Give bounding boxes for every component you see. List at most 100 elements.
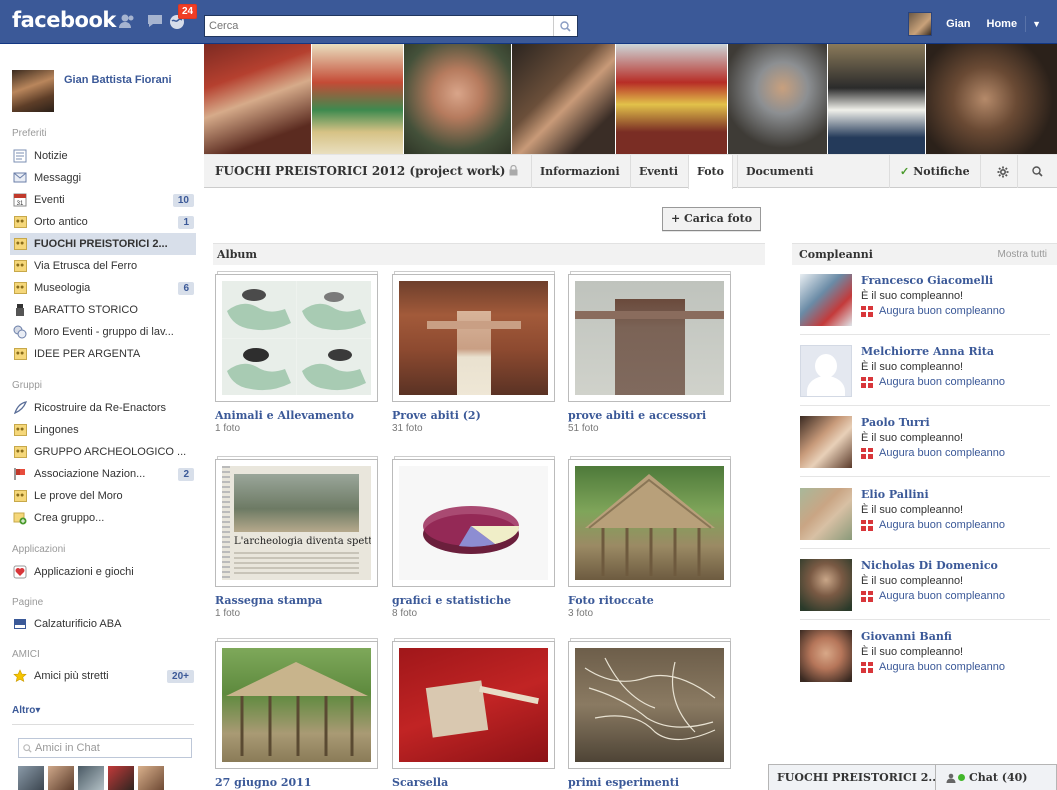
album-card[interactable]: Scarsella bbox=[392, 638, 557, 789]
friend-avatar[interactable] bbox=[800, 488, 852, 540]
search-button[interactable] bbox=[553, 16, 577, 36]
sidebar-item[interactable]: Associazione Nazion... 2 bbox=[12, 463, 194, 485]
album-card[interactable]: Animali e Allevamento 1 foto bbox=[215, 271, 380, 434]
friend-avatar[interactable] bbox=[800, 274, 852, 326]
sidebar-item[interactable]: Notizie bbox=[12, 145, 194, 167]
profile-picture[interactable] bbox=[12, 70, 54, 112]
wish-birthday-link[interactable]: Augura buon compleanno bbox=[861, 305, 1005, 317]
wish-birthday-link[interactable]: Augura buon compleanno bbox=[861, 519, 1005, 531]
album-card[interactable]: 27 giugno 2011 bbox=[215, 638, 380, 789]
profile-link[interactable]: Gian bbox=[938, 18, 978, 30]
group-chat-tab[interactable]: FUOCHI PREISTORICI 2... bbox=[768, 764, 936, 790]
sidebar-item[interactable]: ●● Orto antico 1 bbox=[12, 211, 194, 233]
sidebar-item[interactable]: 31 Eventi 10 bbox=[12, 189, 194, 211]
friend-avatar[interactable] bbox=[800, 416, 852, 468]
sidebar-item[interactable]: ●● Via Etrusca del Ferro bbox=[12, 255, 194, 277]
cover-photo[interactable] bbox=[926, 44, 1057, 154]
album-cover[interactable] bbox=[215, 271, 380, 403]
profile-name[interactable]: Gian Battista Fiorani bbox=[64, 74, 174, 112]
friend-avatar[interactable] bbox=[800, 559, 852, 611]
home-link[interactable]: Home bbox=[979, 18, 1026, 30]
chat-friend-avatar[interactable] bbox=[18, 766, 44, 790]
sidebar-item[interactable]: Calzaturificio ABA bbox=[12, 613, 194, 635]
settings-button[interactable] bbox=[988, 155, 1018, 188]
album-cover[interactable] bbox=[568, 638, 733, 770]
sidebar-item[interactable]: ●● GRUPPO ARCHEOLOGICO ... bbox=[12, 441, 194, 463]
group-title[interactable]: FUOCHI PREISTORICI 2012 (project work) bbox=[215, 164, 505, 178]
album-card[interactable]: grafici e statistiche 8 foto bbox=[392, 456, 557, 619]
friend-name[interactable]: Francesco Giacomelli bbox=[861, 274, 993, 287]
cover-photo[interactable] bbox=[828, 44, 926, 154]
album-title[interactable]: Animali e Allevamento bbox=[215, 409, 380, 422]
notifications-button[interactable]: ✓ Notifiche bbox=[889, 155, 981, 188]
album-title[interactable]: Rassegna stampa bbox=[215, 594, 380, 607]
album-cover[interactable] bbox=[568, 456, 733, 588]
cover-photo[interactable] bbox=[728, 44, 828, 154]
account-menu-arrow-icon[interactable]: ▼ bbox=[1026, 19, 1047, 29]
friend-avatar[interactable] bbox=[800, 345, 852, 397]
avatar[interactable] bbox=[908, 12, 933, 36]
cover-photo[interactable] bbox=[404, 44, 512, 154]
wish-birthday-link[interactable]: Augura buon compleanno bbox=[861, 447, 1005, 459]
album-cover[interactable] bbox=[568, 271, 733, 403]
wish-birthday-link[interactable]: Augura buon compleanno bbox=[861, 661, 1005, 673]
upload-photos-button[interactable]: + Carica foto bbox=[662, 207, 762, 231]
tab-informazioni[interactable]: Informazioni bbox=[531, 155, 628, 188]
album-cover[interactable] bbox=[215, 638, 380, 770]
cover-photo[interactable] bbox=[512, 44, 616, 154]
friend-requests-icon[interactable] bbox=[118, 12, 136, 30]
sidebar-item[interactable]: ●● Museologia 6 bbox=[12, 277, 194, 299]
friend-name[interactable]: Melchiorre Anna Rita bbox=[861, 345, 994, 358]
tab-foto[interactable]: Foto bbox=[688, 155, 733, 189]
album-card[interactable]: Prove abiti (2) 31 foto bbox=[392, 271, 557, 434]
cover-photo[interactable] bbox=[312, 44, 404, 154]
chat-friend-avatar[interactable] bbox=[78, 766, 104, 790]
sidebar-item[interactable]: ●● IDEE PER ARGENTA bbox=[12, 343, 194, 365]
sidebar-item[interactable]: Ricostruire da Re-Enactors bbox=[12, 397, 194, 419]
group-search-button[interactable] bbox=[1020, 155, 1054, 188]
sidebar-item[interactable]: Crea gruppo... bbox=[12, 507, 194, 529]
sidebar-item[interactable]: Moro Eventi - gruppo di lav... bbox=[12, 321, 194, 343]
album-title[interactable]: Foto ritoccate bbox=[568, 594, 733, 607]
messages-icon[interactable] bbox=[146, 12, 164, 30]
album-title[interactable]: prove abiti e accessori bbox=[568, 409, 733, 422]
wish-birthday-link[interactable]: Augura buon compleanno bbox=[861, 590, 1005, 602]
album-card[interactable]: primi esperimenti bbox=[568, 638, 733, 789]
notification-badge[interactable]: 24 bbox=[178, 4, 198, 19]
chat-friend-avatar[interactable] bbox=[138, 766, 164, 790]
album-cover[interactable]: L'archeologia diventa spettac bbox=[215, 456, 380, 588]
album-cover[interactable] bbox=[392, 456, 557, 588]
album-title[interactable]: 27 giugno 2011 bbox=[215, 776, 380, 789]
cover-photo[interactable] bbox=[616, 44, 728, 154]
friend-name[interactable]: Giovanni Banfi bbox=[861, 630, 952, 643]
tab-documenti[interactable]: Documenti bbox=[737, 155, 821, 188]
album-cover[interactable] bbox=[392, 638, 557, 770]
sidebar-item[interactable]: Messaggi bbox=[12, 167, 194, 189]
chat-friend-avatar[interactable] bbox=[48, 766, 74, 790]
facebook-logo[interactable]: facebook bbox=[12, 8, 116, 32]
profile-block[interactable]: Gian Battista Fiorani bbox=[12, 70, 174, 112]
show-all-link[interactable]: Mostra tutti bbox=[998, 249, 1047, 260]
sidebar-item[interactable]: ●● Lingones bbox=[12, 419, 194, 441]
album-cover[interactable] bbox=[392, 271, 557, 403]
tab-eventi[interactable]: Eventi bbox=[630, 155, 686, 188]
album-card[interactable]: L'archeologia diventa spettac Rassegna s… bbox=[215, 456, 380, 619]
album-card[interactable]: Foto ritoccate 3 foto bbox=[568, 456, 733, 619]
cover-photo[interactable] bbox=[204, 44, 312, 154]
album-title[interactable]: grafici e statistiche bbox=[392, 594, 557, 607]
chat-tab[interactable]: Chat (40) bbox=[936, 764, 1057, 790]
sidebar-item[interactable]: ●● Le prove del Moro bbox=[12, 485, 194, 507]
chat-friend-avatar[interactable] bbox=[108, 766, 134, 790]
search-input[interactable] bbox=[205, 16, 545, 36]
sidebar-item[interactable]: ●● FUOCHI PREISTORICI 2... bbox=[10, 233, 196, 255]
sidebar-item[interactable]: Applicazioni e giochi bbox=[12, 561, 194, 583]
sidebar-item[interactable]: BARATTO STORICO bbox=[12, 299, 194, 321]
album-title[interactable]: Scarsella bbox=[392, 776, 557, 789]
friend-name[interactable]: Elio Pallini bbox=[861, 488, 929, 501]
sidebar-item[interactable]: Amici più stretti 20+ bbox=[12, 665, 194, 687]
friend-avatar[interactable] bbox=[800, 630, 852, 682]
friend-name[interactable]: Paolo Turri bbox=[861, 416, 930, 429]
wish-birthday-link[interactable]: Augura buon compleanno bbox=[861, 376, 1005, 388]
album-card[interactable]: prove abiti e accessori 51 foto bbox=[568, 271, 733, 434]
friend-name[interactable]: Nicholas Di Domenico bbox=[861, 559, 998, 572]
